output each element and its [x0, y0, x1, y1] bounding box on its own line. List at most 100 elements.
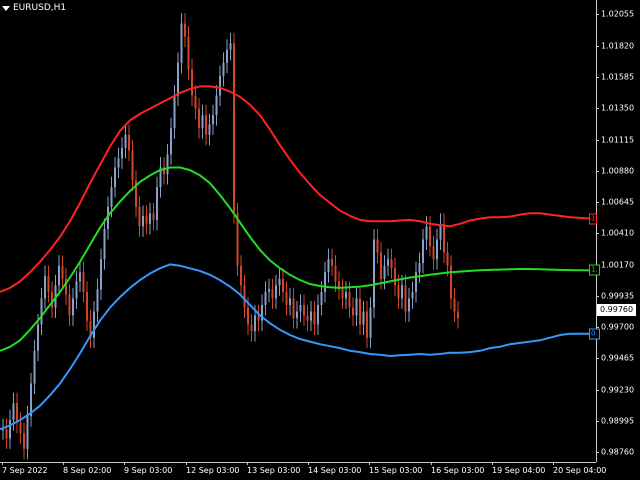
candle-body: [37, 324, 39, 351]
candle-body: [75, 281, 78, 299]
price-tick: [596, 171, 599, 172]
candle-body: [12, 403, 15, 421]
price-tick: [596, 108, 599, 109]
candle-body: [72, 298, 74, 316]
price-tick: [596, 421, 599, 422]
candle-body: [47, 276, 50, 292]
price-chart-plot[interactable]: [0, 0, 596, 462]
candle-body: [96, 289, 99, 312]
candle-body: [173, 95, 176, 129]
candle-body: [226, 49, 228, 63]
price-label: 1.02055: [601, 9, 635, 19]
price-tick: [596, 77, 599, 78]
price-label: 0.99700: [601, 322, 635, 332]
candle-body: [313, 311, 316, 325]
symbol-title-menu[interactable]: EURUSD,H1: [2, 2, 66, 14]
candle-body: [320, 291, 323, 305]
candle-body: [152, 213, 155, 220]
candle-body: [233, 43, 235, 214]
time-label: 19 Sep 04:00: [492, 466, 546, 475]
price-tick: [596, 140, 599, 141]
time-tick: [247, 462, 248, 465]
candle-body: [170, 128, 172, 155]
time-tick: [2, 462, 3, 465]
candle-body: [303, 304, 305, 316]
candle-body: [383, 265, 386, 279]
candle-body: [166, 154, 169, 175]
price-label: 1.01115: [601, 135, 635, 145]
candle-body: [415, 272, 417, 292]
candle-body: [23, 433, 25, 449]
candle-body: [184, 23, 186, 37]
candle-body: [380, 252, 382, 279]
candle-body: [9, 420, 11, 439]
time-label: 14 Sep 03:00: [308, 466, 362, 475]
time-axis[interactable]: 7 Sep 2022 8 Sep 02:00 9 Sep 03:00 12 Sep 0…: [0, 462, 606, 480]
candle-body: [124, 134, 127, 148]
candle-body: [240, 265, 242, 286]
candle-body: [250, 324, 253, 332]
price-tick: [596, 202, 599, 203]
candle-body: [331, 259, 333, 266]
candle-body: [397, 285, 400, 299]
chart-window[interactable]: EURUSD,H1 1.02055 1.01820 1.01585 1.01350 1.…: [0, 0, 640, 480]
upper-band-marker: 1: [589, 213, 598, 225]
candle-body: [191, 69, 193, 96]
candle-body: [40, 298, 43, 325]
time-tick: [124, 462, 125, 465]
candle-body: [82, 272, 85, 292]
time-tick: [431, 462, 432, 465]
candle-body: [429, 226, 431, 247]
candle-body: [373, 239, 375, 308]
candle-body: [271, 289, 274, 299]
candle-body: [317, 304, 319, 325]
candle-body: [103, 229, 106, 260]
candle-body: [79, 272, 81, 282]
candle-body: [208, 124, 211, 135]
price-tick: [596, 296, 599, 297]
price-label: 0.98995: [601, 416, 635, 426]
candle-body: [359, 298, 361, 325]
candle-body: [222, 62, 225, 76]
candle-body: [278, 278, 281, 286]
candle-body: [289, 298, 291, 305]
price-label: 1.00645: [601, 197, 635, 207]
candle-body: [425, 226, 428, 240]
time-tick: [553, 462, 554, 465]
candle-body: [352, 307, 354, 316]
candle-body: [117, 158, 120, 168]
candle-body: [131, 150, 134, 181]
candle-body: [114, 167, 116, 188]
candle-body: [187, 36, 190, 70]
candle-body: [201, 115, 204, 129]
dropdown-triangle-icon: [2, 5, 10, 11]
price-label: 0.99935: [601, 291, 635, 301]
candle-body: [404, 285, 407, 312]
candle-body: [229, 43, 232, 50]
price-label: 0.99230: [601, 385, 635, 395]
candle-body: [58, 265, 60, 286]
middle-band-marker: 1.: [589, 264, 600, 276]
candle-body: [341, 289, 344, 299]
candle-body: [68, 294, 71, 316]
candle-body: [156, 187, 158, 220]
candle-body: [324, 272, 326, 292]
time-label: 12 Sep 03:00: [186, 466, 240, 475]
price-axis[interactable]: 1.02055 1.01820 1.01585 1.01350 1.01115 1.008…: [596, 0, 640, 462]
time-label: 7 Sep 2022: [2, 466, 48, 475]
candle-body: [194, 95, 197, 109]
candle-body: [33, 350, 36, 384]
price-tick: [596, 390, 599, 391]
price-tick: [596, 14, 599, 15]
candle-body: [138, 206, 141, 227]
candle-body: [453, 298, 456, 312]
candle-body: [264, 291, 267, 305]
candle-body: [215, 95, 218, 116]
time-label: 9 Sep 03:00: [124, 466, 173, 475]
candle-body: [282, 278, 284, 292]
candle-body: [19, 422, 22, 434]
candle-body: [394, 268, 396, 286]
candle-body: [366, 311, 368, 338]
candle-body: [432, 246, 435, 260]
price-tick: [596, 46, 599, 47]
